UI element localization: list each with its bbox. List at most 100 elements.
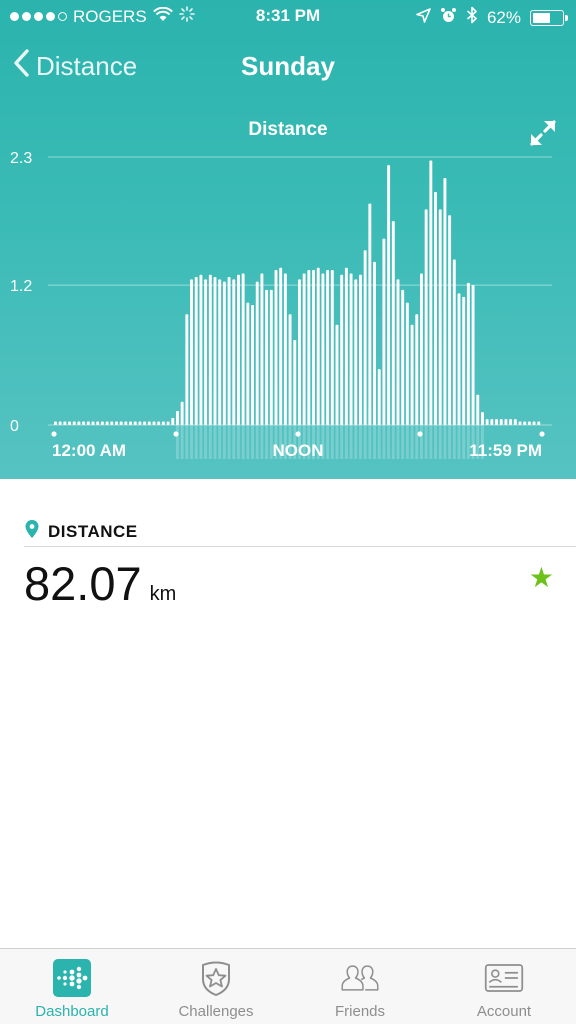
chart-bar-reflection — [222, 425, 226, 459]
chart-bar — [368, 203, 372, 425]
dashboard-icon — [52, 959, 92, 997]
chart-bar-reflection — [199, 425, 203, 459]
chart-bar-reflection — [335, 425, 339, 459]
tab-account[interactable]: Account — [432, 949, 576, 1024]
distance-value-row: 82.07 km ★ — [24, 556, 554, 610]
chart-bar — [91, 421, 95, 425]
chart-bar-reflection — [434, 425, 437, 459]
chart-bar-reflection — [232, 425, 236, 459]
chart-bar — [326, 270, 330, 425]
chart-bar — [391, 221, 395, 425]
chart-bar — [227, 277, 231, 425]
chart-bar — [86, 421, 90, 425]
chart-bar — [448, 215, 452, 425]
battery-percent: 62% — [486, 7, 521, 27]
chart-bar — [246, 302, 250, 425]
distance-section-title: DISTANCE — [48, 521, 138, 541]
chart-bar-reflection — [405, 425, 409, 459]
chart-bar — [481, 412, 484, 425]
chart-bar — [537, 421, 541, 425]
chart-bar — [152, 421, 156, 425]
chart-bar — [100, 421, 104, 425]
chart-bar — [312, 270, 315, 425]
chart-bar — [490, 419, 494, 425]
chart-bar — [396, 279, 400, 425]
chart-bar-reflection — [227, 425, 231, 459]
y-tick-label: 2.3 — [10, 150, 32, 167]
tab-friends[interactable]: Friends — [288, 949, 432, 1024]
bluetooth-icon — [466, 6, 478, 29]
chart-bar-reflection — [382, 425, 386, 459]
chart-bar-reflection — [340, 425, 344, 459]
chart-bar — [344, 267, 348, 425]
chart-bar-reflection — [265, 425, 269, 459]
distance-unit: km — [149, 583, 177, 605]
battery-icon — [530, 9, 568, 26]
chart-bar — [438, 209, 442, 425]
header-chart-panel: ROGERS 8:31 PM 62% Distance Sunday Dista… — [0, 0, 576, 479]
chart-bar — [443, 177, 447, 425]
chart-bar — [377, 369, 381, 425]
chart-bar — [260, 273, 264, 425]
x-axis-marker — [173, 431, 179, 437]
location-pin-icon — [24, 519, 40, 544]
chart-bar — [58, 421, 62, 425]
chart-bar — [509, 419, 513, 425]
chart-bar — [405, 302, 409, 425]
chart-bar-reflection — [429, 425, 433, 459]
page-title: Sunday — [241, 51, 335, 81]
alarm-clock-icon — [440, 7, 457, 29]
distance-bar-chart[interactable]: 2.3 1.2 0 12:00 AM NOON 11:59 PM — [0, 140, 576, 470]
chart-bar — [283, 273, 287, 425]
chart-bar — [420, 273, 423, 425]
chart-bar — [199, 274, 203, 425]
chart-bar-reflection — [438, 425, 442, 459]
chart-bar — [307, 270, 311, 425]
chart-bar — [208, 274, 212, 425]
chart-bar-reflection — [377, 425, 381, 459]
chart-bar-reflection — [185, 425, 189, 459]
chart-bar — [105, 421, 109, 425]
chart-bar-reflection — [363, 425, 367, 459]
chart-bar — [138, 421, 142, 425]
chart-bar-reflection — [255, 425, 259, 459]
chart-bar — [143, 421, 147, 425]
chart-bar — [527, 421, 531, 425]
chart-bar — [190, 279, 193, 425]
tab-dashboard[interactable]: Dashboard — [0, 949, 144, 1024]
chart-bar — [274, 270, 278, 425]
chart-bar — [518, 421, 522, 425]
chart-bar-reflection — [387, 425, 391, 459]
chart-bar — [222, 281, 226, 425]
chart-bar-reflection — [462, 425, 466, 459]
chart-bar — [434, 191, 437, 425]
chart-bar — [176, 411, 179, 425]
y-tick-label: 0 — [10, 418, 19, 435]
chart-bar — [485, 419, 489, 425]
tab-challenges[interactable]: Challenges — [144, 949, 288, 1024]
chart-bar — [82, 421, 86, 425]
chart-bar-reflection — [448, 425, 452, 459]
location-arrow-icon — [416, 7, 431, 28]
chart-bar-reflection — [401, 425, 405, 459]
chart-bar — [321, 273, 325, 425]
chart-bar — [359, 274, 362, 425]
chart-bar — [133, 421, 137, 425]
chart-bar — [471, 285, 475, 425]
chart-bar-reflection — [190, 425, 193, 459]
chart-bar — [523, 421, 527, 425]
chart-bar — [476, 394, 480, 425]
chart-bar-reflection — [424, 425, 428, 459]
chart-bar — [504, 419, 508, 425]
chart-bar — [401, 289, 405, 425]
chart-bar — [513, 419, 517, 425]
chart-bar — [96, 421, 100, 425]
chart-bar-reflection — [218, 425, 222, 459]
chart-bar — [302, 273, 306, 425]
x-axis-marker — [417, 431, 423, 437]
x-axis-marker — [295, 431, 301, 437]
chart-bar-reflection — [443, 425, 447, 459]
chart-bar-reflection — [213, 425, 217, 459]
chart-bar-reflection — [354, 425, 358, 459]
chart-bar — [349, 273, 353, 425]
